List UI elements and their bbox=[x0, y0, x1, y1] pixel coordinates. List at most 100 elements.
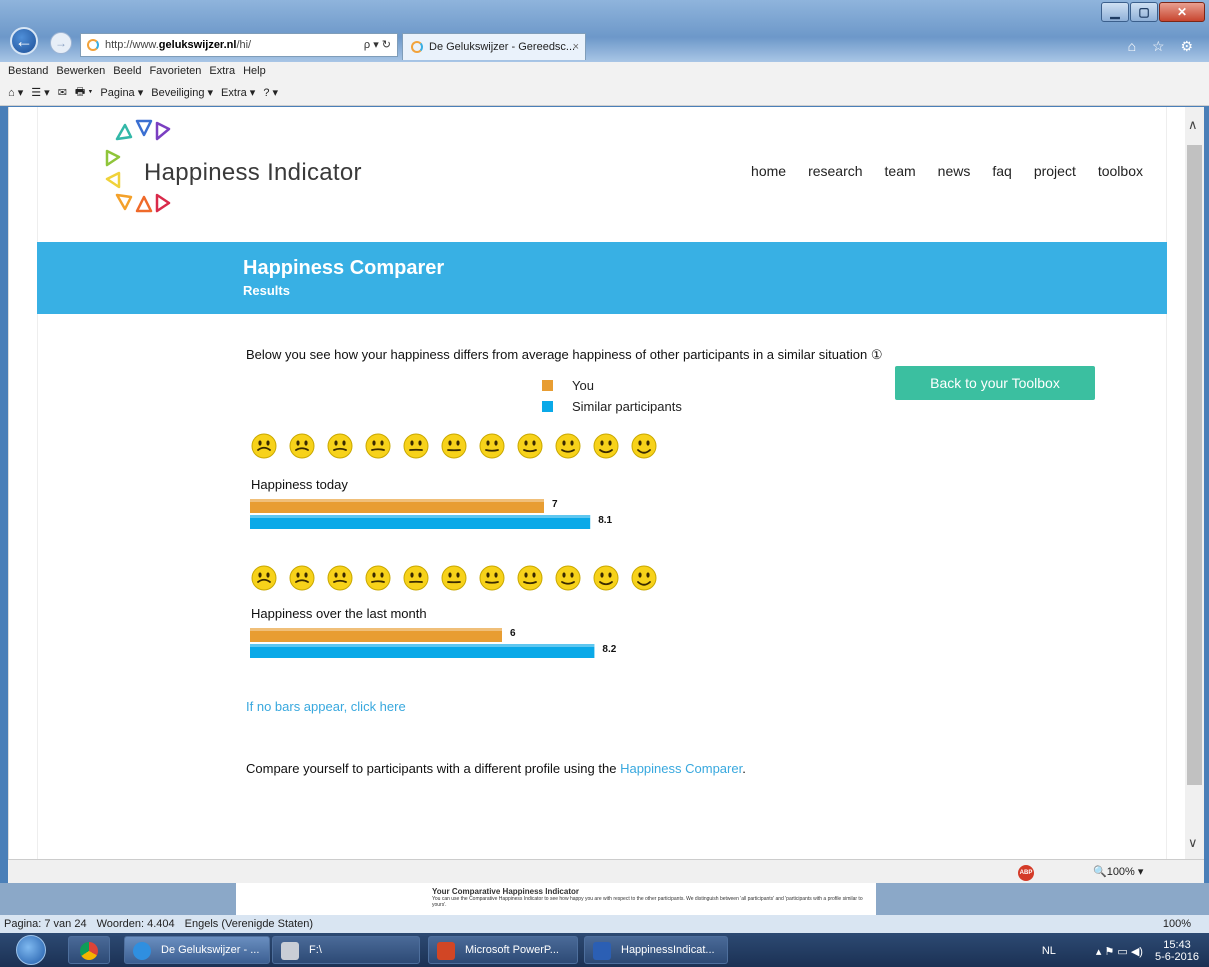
taskbar-item-ie[interactable]: De Gelukswijzer - ... bbox=[124, 936, 270, 964]
logo-text[interactable]: Happiness Indicator bbox=[144, 159, 362, 187]
command-item[interactable]: ✉ bbox=[58, 86, 67, 99]
nav-news[interactable]: news bbox=[938, 163, 971, 179]
bar-you-highlight bbox=[250, 628, 502, 631]
menu-bar: Bestand Bewerken Beeld Favorieten Extra … bbox=[0, 62, 1209, 80]
word-language[interactable]: Engels (Verenigde Staten) bbox=[185, 918, 313, 930]
word-zoom: 100% bbox=[1163, 918, 1201, 930]
scroll-down-icon[interactable]: ∨ bbox=[1188, 835, 1198, 851]
happiness-comparer-link[interactable]: Happiness Comparer bbox=[620, 761, 742, 776]
scrollbar-thumb[interactable] bbox=[1187, 145, 1202, 785]
nav-toolbox[interactable]: toolbox bbox=[1098, 163, 1143, 179]
command-bar: ⌂ ▾ ☰ ▾ ✉ 🖶 ▾ Pagina ▾ Beveiliging ▾ Ext… bbox=[0, 80, 1209, 106]
smiley-icon bbox=[251, 565, 277, 591]
tab-close-icon[interactable]: × bbox=[573, 41, 579, 53]
chrome-icon bbox=[80, 942, 98, 960]
intro-text: Below you see how your happiness differs… bbox=[246, 347, 883, 362]
minimize-button[interactable]: ▁ bbox=[1101, 2, 1129, 22]
smiley-icon bbox=[555, 565, 581, 591]
zoom-level[interactable]: 🔍100% ▾ bbox=[1093, 865, 1143, 878]
smiley-icon bbox=[289, 433, 315, 459]
smiley-icon bbox=[631, 565, 657, 591]
adblock-icon[interactable]: ABP bbox=[1018, 865, 1034, 881]
ie-icon bbox=[133, 942, 151, 960]
taskbar-item-chrome[interactable] bbox=[68, 936, 110, 964]
word-word-count[interactable]: Woorden: 4.404 bbox=[97, 918, 175, 930]
legend-swatch-similar bbox=[542, 401, 553, 412]
word-zoom-level[interactable]: 100% bbox=[1163, 918, 1191, 930]
nav-faq[interactable]: faq bbox=[992, 163, 1011, 179]
no-bars-link[interactable]: If no bars appear, click here bbox=[246, 699, 406, 714]
clock-time: 15:43 bbox=[1163, 939, 1191, 951]
back-button[interactable]: ← bbox=[10, 27, 38, 55]
site-favicon-icon bbox=[87, 39, 99, 51]
menu-item[interactable]: Help bbox=[243, 65, 266, 77]
legend-item-similar: Similar participants bbox=[542, 396, 682, 417]
forward-button[interactable]: → bbox=[50, 32, 72, 54]
word-status-bar: Pagina: 7 van 24 Woorden: 4.404 Engels (… bbox=[0, 915, 1209, 933]
search-refresh-icon[interactable]: ρ ▾ ↻ bbox=[364, 38, 391, 51]
word-doc-heading: Your Comparative Happiness Indicator bbox=[432, 887, 579, 896]
command-item[interactable]: Extra ▾ bbox=[221, 86, 255, 99]
clock-date: 5-6-2016 bbox=[1154, 951, 1199, 963]
word-page-count[interactable]: Pagina: 7 van 24 bbox=[4, 918, 87, 930]
bar-you-value-label: 6 bbox=[510, 628, 516, 639]
page-subtitle: Results bbox=[243, 283, 290, 298]
legend-label-you: You bbox=[572, 378, 594, 393]
menu-item[interactable]: Beeld bbox=[113, 65, 141, 77]
command-item[interactable]: ⌂ ▾ bbox=[8, 86, 23, 99]
legend-swatch-you bbox=[542, 380, 553, 391]
tray-icons[interactable]: ▴ ⚑ ▭ ◀) bbox=[1096, 945, 1143, 958]
menu-item[interactable]: Extra bbox=[209, 65, 235, 77]
start-button[interactable] bbox=[16, 935, 46, 965]
bar-you-value-label: 7 bbox=[552, 499, 558, 510]
smiley-icon bbox=[631, 433, 657, 459]
nav-research[interactable]: research bbox=[808, 163, 862, 179]
smiley-scale-month bbox=[251, 565, 669, 591]
menu-item[interactable]: Bewerken bbox=[56, 65, 105, 77]
command-item[interactable]: Beveiliging ▾ bbox=[151, 86, 213, 99]
word-icon bbox=[593, 942, 611, 960]
command-item[interactable]: ☰ ▾ bbox=[31, 86, 49, 99]
page-banner: Happiness Comparer Results bbox=[37, 242, 1167, 314]
bar-similar-value-label: 8.2 bbox=[602, 644, 616, 655]
smiley-icon bbox=[593, 433, 619, 459]
main-navigation: home research team news faq project tool… bbox=[729, 163, 1143, 179]
taskbar-label: Microsoft PowerP... bbox=[465, 944, 559, 956]
browser-tab[interactable]: De Gelukswijzer - Gereedsc... × bbox=[402, 33, 586, 60]
back-to-toolbox-button[interactable]: Back to your Toolbox bbox=[895, 366, 1095, 400]
page-scrollbar[interactable]: ∧ ∨ bbox=[1185, 107, 1204, 859]
smiley-scale-today bbox=[251, 433, 669, 459]
smiley-icon bbox=[441, 565, 467, 591]
nav-team[interactable]: team bbox=[885, 163, 916, 179]
smiley-icon bbox=[593, 565, 619, 591]
address-bar[interactable]: http://www.gelukswijzer.nl/hi/ ρ ▾ ↻ bbox=[80, 33, 398, 57]
command-item[interactable]: 🖶 ▾ bbox=[75, 83, 93, 102]
command-item[interactable]: Pagina ▾ bbox=[100, 86, 143, 99]
nav-project[interactable]: project bbox=[1034, 163, 1076, 179]
home-favorites-settings-icons[interactable]: ⌂ ☆ ⚙ bbox=[1128, 38, 1199, 55]
legend-label-similar: Similar participants bbox=[572, 399, 682, 414]
smiley-icon bbox=[555, 433, 581, 459]
smiley-icon bbox=[479, 565, 505, 591]
smiley-icon bbox=[289, 565, 315, 591]
scroll-up-icon[interactable]: ∧ bbox=[1188, 117, 1198, 133]
system-tray: NL ▴ ⚑ ▭ ◀) 15:43 5-6-2016 bbox=[1042, 939, 1199, 963]
tab-title: De Gelukswijzer - Gereedsc... bbox=[429, 41, 576, 53]
menu-item[interactable]: Bestand bbox=[8, 65, 48, 77]
clock[interactable]: 15:43 5-6-2016 bbox=[1155, 939, 1199, 963]
tab-favicon-icon bbox=[411, 41, 423, 53]
smiley-icon bbox=[403, 565, 429, 591]
language-indicator[interactable]: NL bbox=[1042, 945, 1056, 957]
taskbar-item-drive[interactable]: F:\ bbox=[272, 936, 420, 964]
metric-label-month: Happiness over the last month bbox=[251, 606, 427, 621]
nav-home[interactable]: home bbox=[751, 163, 786, 179]
menu-item[interactable]: Favorieten bbox=[149, 65, 201, 77]
bar-you-highlight bbox=[250, 499, 544, 502]
command-item[interactable]: ? ▾ bbox=[263, 86, 278, 99]
close-button[interactable]: ✕ bbox=[1159, 2, 1205, 22]
taskbar-item-powerpoint[interactable]: Microsoft PowerP... bbox=[428, 936, 578, 964]
taskbar-item-word[interactable]: HappinessIndicat... bbox=[584, 936, 728, 964]
maximize-button[interactable]: ▢ bbox=[1130, 2, 1158, 22]
bar-chart-today: 78.1 bbox=[250, 499, 613, 529]
taskbar-label: De Gelukswijzer - ... bbox=[161, 944, 260, 956]
